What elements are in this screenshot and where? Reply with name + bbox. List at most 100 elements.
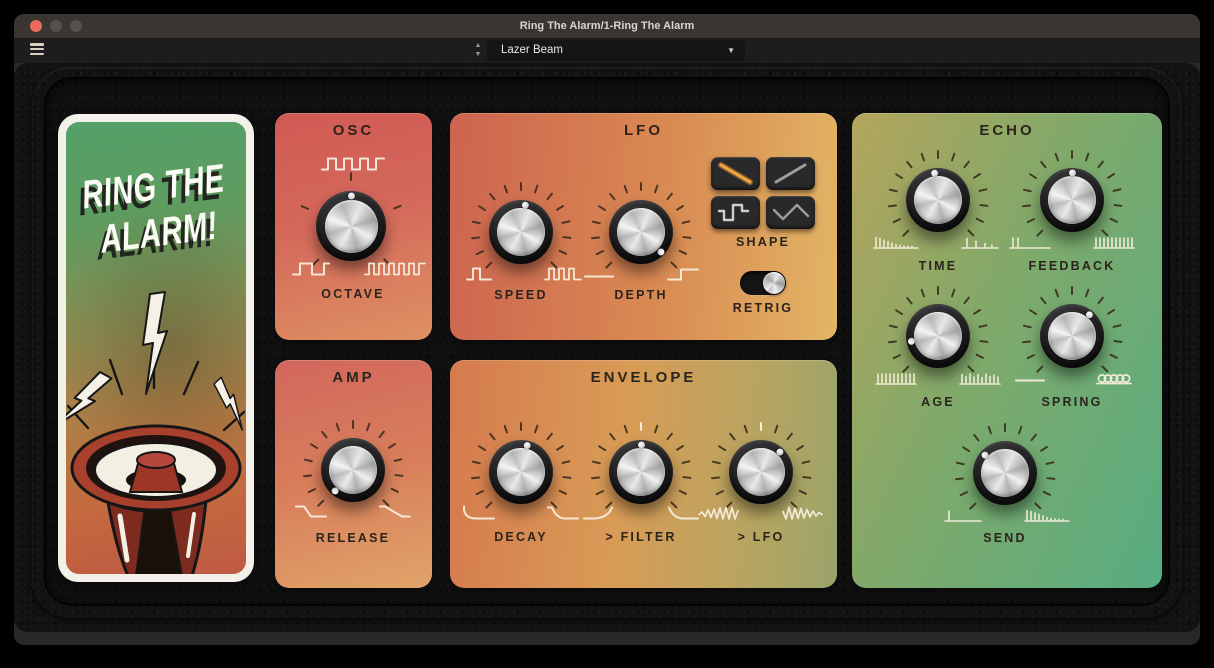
knob-indicator-dot [930, 168, 939, 177]
knob-indicator-dot [1068, 169, 1076, 176]
knob-tick [962, 159, 971, 169]
release-right-icon [378, 502, 412, 527]
knob-tick [1041, 489, 1052, 496]
knob-tick [1070, 285, 1074, 295]
depth-label: DEPTH [614, 288, 668, 302]
knob-tick [590, 235, 600, 239]
lfo-shape-saw-up-button[interactable] [766, 157, 815, 190]
knob-tick [474, 248, 485, 255]
knob-tick [785, 431, 794, 441]
preset-stepper-down-icon[interactable]: ▼ [472, 50, 484, 59]
knob-tick [743, 423, 749, 434]
knob-indicator-dot [520, 200, 529, 209]
knob-tick [1029, 432, 1038, 442]
window-title: Ring The Alarm/1-Ring The Alarm [519, 20, 695, 32]
knob-tick [936, 285, 940, 295]
env-filter-right-icon [665, 504, 701, 529]
speed-right-icon [543, 264, 583, 289]
knob-tick [557, 488, 568, 495]
knob-tick [905, 159, 914, 169]
knob-tick [675, 204, 685, 211]
knob-tick [714, 488, 725, 495]
knob-tick [533, 423, 539, 434]
knob-tick [302, 473, 312, 477]
knob-tick [392, 204, 402, 210]
time-right-icon [960, 232, 1000, 257]
knob-metal-face [914, 312, 962, 360]
knob-tick [335, 421, 341, 432]
knob-tick [1039, 295, 1048, 305]
release-label: RELEASE [315, 531, 391, 545]
knob-tick [974, 216, 985, 223]
knob-tick [954, 476, 964, 480]
knob-tick [477, 444, 487, 451]
knob-tick [562, 235, 572, 239]
spring-label: SPRING [1041, 395, 1103, 409]
knob-tick [1046, 476, 1056, 480]
knob-tick [474, 488, 485, 495]
octave-right-waveform-icon [363, 260, 427, 285]
knob-tick [888, 187, 898, 192]
knob-tick [519, 181, 523, 191]
knob-tick [1022, 323, 1032, 328]
knob-tick [653, 423, 659, 434]
knob-tick [979, 339, 989, 343]
plugin-screenshot: Ring The Alarm/1-Ring The Alarm ▲ ▼ Laze… [0, 0, 1214, 668]
knob-tick [759, 421, 763, 431]
panel-amp-title: AMP [332, 369, 375, 386]
knob-tick [1106, 308, 1116, 315]
knob-tick [888, 323, 898, 328]
knob-tick [717, 444, 727, 451]
knob-tick [519, 421, 523, 431]
speed-left-icon [465, 264, 493, 289]
knob-tick [1039, 445, 1049, 452]
send-label: SEND [983, 531, 1027, 545]
knob-tick [591, 219, 601, 224]
env-lfo-right-icon [781, 504, 825, 529]
knob-tick [950, 151, 956, 162]
knob-tick [682, 475, 692, 479]
knob-tick [710, 475, 720, 479]
retrig-toggle[interactable] [740, 271, 786, 295]
knob-tick [488, 431, 497, 441]
knob-tick [320, 429, 329, 439]
knob-tick [974, 352, 985, 359]
knob-tick [978, 187, 988, 192]
knob-tick [1108, 216, 1119, 223]
knob-tick [795, 444, 805, 451]
lfo-shape-square-button[interactable] [711, 196, 760, 229]
knob-tick [1084, 151, 1090, 162]
knob-tick [972, 172, 982, 179]
knob-tick [623, 183, 629, 194]
time-left-icon [872, 232, 920, 257]
hamburger-menu-button[interactable] [30, 43, 46, 58]
lfo-shape-saw-down-button[interactable] [711, 157, 760, 190]
knob-tick [958, 489, 969, 496]
knob-tick [300, 204, 310, 210]
retrig-toggle-thumb [763, 272, 785, 294]
feedback-left-icon [1008, 232, 1052, 257]
artwork-card: RING THE ALARM! [58, 114, 254, 582]
knob-tick [608, 431, 617, 441]
panel-echo-title: ECHO [979, 122, 1035, 139]
knob-tick [950, 287, 956, 298]
lfo-shape-triangle-button[interactable] [766, 196, 815, 229]
knob-tick [597, 444, 607, 451]
knob-tick [801, 459, 811, 464]
knob-tick [623, 423, 629, 434]
knob-tick [394, 473, 404, 477]
knob-tick [309, 442, 319, 449]
megaphone-illustration [66, 291, 246, 574]
knob-tick [594, 488, 605, 495]
knob-tick [1096, 295, 1105, 305]
chevron-down-icon: ▼ [727, 46, 735, 55]
preset-selector[interactable]: Lazer Beam ▼ [487, 40, 745, 61]
panel-envelope-title: ENVELOPE [590, 369, 697, 386]
knob-tick [1025, 352, 1036, 359]
knob-tick [303, 457, 313, 462]
knob-metal-face [497, 448, 545, 496]
knob-tick [1096, 159, 1105, 169]
knob-tick [961, 445, 971, 452]
preset-stepper-up-icon[interactable]: ▲ [472, 41, 484, 50]
knob-tick [936, 149, 940, 159]
